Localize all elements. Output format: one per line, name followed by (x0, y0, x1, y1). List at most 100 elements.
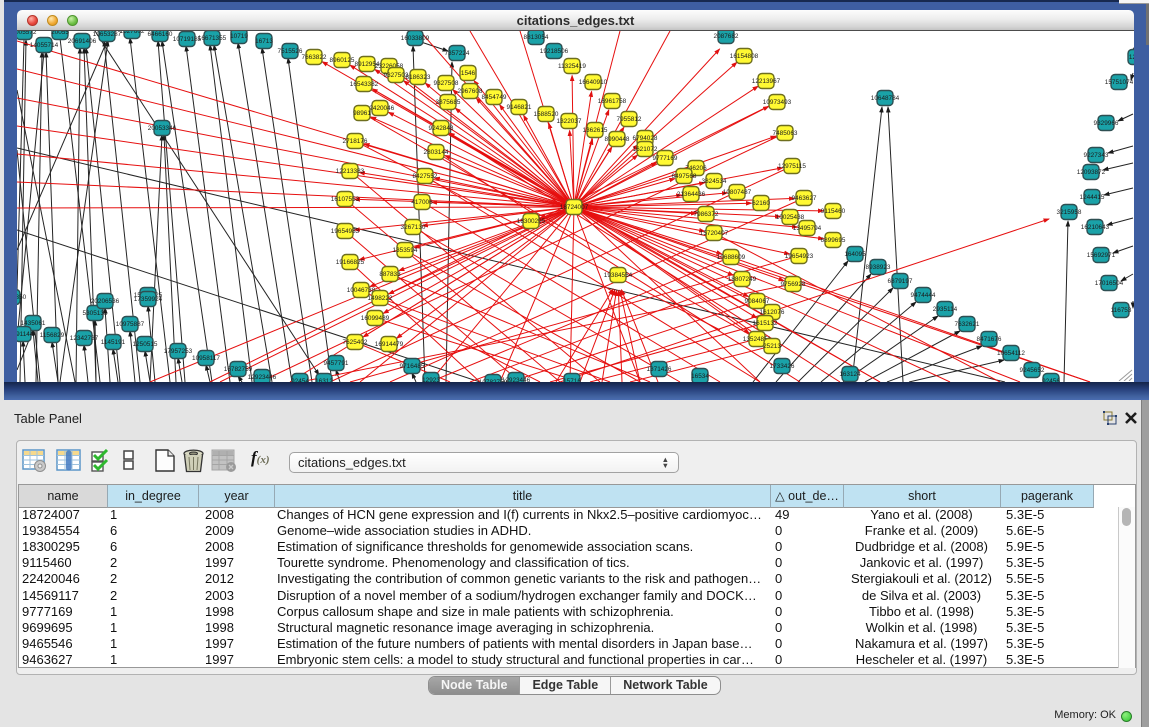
svg-text:8990448: 8990448 (605, 136, 630, 143)
svg-text:16782759: 16782759 (224, 366, 253, 373)
svg-text:16534: 16534 (691, 373, 709, 380)
svg-text:1621072: 1621072 (633, 146, 658, 153)
svg-text:7625402: 7625402 (343, 339, 368, 346)
svg-text:12213383: 12213383 (336, 168, 365, 175)
svg-text:15751074: 15751074 (1105, 79, 1134, 86)
svg-text:25213: 25213 (763, 343, 781, 350)
svg-text:9327508: 9327508 (434, 80, 459, 87)
svg-text:3875685: 3875685 (436, 99, 461, 106)
svg-text:10025438: 10025438 (776, 214, 805, 221)
svg-text:16154808: 16154808 (730, 53, 759, 60)
svg-text:9756928: 9756928 (781, 281, 806, 288)
svg-text:887833: 887833 (379, 271, 401, 278)
svg-text:6497568: 6497568 (672, 173, 697, 180)
svg-text:13495794: 13495794 (793, 225, 822, 232)
svg-text:7515526: 7515526 (278, 48, 303, 55)
svg-text:1212: 1212 (1129, 54, 1134, 61)
svg-text:19654983: 19654983 (331, 228, 360, 235)
svg-text:11325419: 11325419 (558, 63, 586, 70)
svg-text:9227343: 9227343 (1084, 152, 1109, 159)
svg-text:1527602: 1527602 (120, 31, 145, 35)
svg-text:10688609: 10688609 (717, 254, 746, 261)
svg-text:1244415: 1244415 (1080, 194, 1105, 201)
svg-text:7986372: 7986372 (694, 211, 719, 218)
svg-text:10975887: 10975887 (116, 321, 145, 328)
svg-text:98961: 98961 (353, 110, 371, 117)
svg-text:18300295: 18300295 (517, 218, 546, 225)
svg-text:10046738: 10046738 (347, 287, 376, 294)
svg-text:1156829: 1156829 (40, 332, 65, 339)
svg-text:2005572: 2005572 (17, 31, 37, 36)
svg-text:18807249: 18807249 (728, 276, 757, 283)
svg-text:3267130: 3267130 (401, 224, 426, 231)
svg-text:8938923: 8938923 (866, 264, 891, 271)
svg-text:17016504: 17016504 (1095, 280, 1124, 287)
svg-text:1588520: 1588520 (534, 111, 559, 118)
svg-text:9146821: 9146821 (507, 104, 532, 111)
svg-text:9457791: 9457791 (324, 360, 349, 367)
svg-text:9115460: 9115460 (821, 208, 846, 215)
svg-text:19218506: 19218506 (540, 48, 569, 55)
svg-text:14055714: 14055714 (30, 42, 59, 49)
svg-text:7357224: 7357224 (445, 50, 470, 57)
svg-text:12213967: 12213967 (752, 78, 781, 85)
svg-text:12923446: 12923446 (248, 374, 277, 381)
svg-text:20053346: 20053346 (148, 125, 177, 132)
svg-text:12342737: 12342737 (70, 335, 99, 342)
svg-text:7955812: 7955812 (617, 116, 642, 123)
svg-text:16961758: 16961758 (598, 98, 627, 105)
svg-text:19654923: 19654923 (785, 253, 814, 260)
svg-text:16099489: 16099489 (361, 315, 390, 322)
svg-text:1353594: 1353594 (393, 247, 418, 254)
svg-text:10653287: 10653287 (93, 31, 122, 38)
svg-text:5305135: 5305135 (83, 310, 108, 317)
svg-text:9463627: 9463627 (792, 195, 817, 202)
svg-text:8471676: 8471676 (977, 336, 1002, 343)
svg-text:16107553: 16107553 (331, 196, 360, 203)
svg-text:17359924: 17359924 (134, 296, 163, 303)
svg-text:8960125: 8960125 (330, 57, 355, 64)
svg-text:7663822: 7663822 (302, 54, 327, 61)
svg-text:163124: 163124 (839, 371, 861, 378)
svg-text:9716485: 9716485 (400, 363, 425, 370)
svg-text:2967608: 2967608 (458, 88, 483, 95)
svg-text:7632621: 7632621 (955, 321, 980, 328)
svg-text:19166825: 19166825 (336, 259, 365, 266)
svg-text:1145191: 1145191 (101, 339, 126, 346)
svg-text:2803144: 2803144 (424, 149, 449, 156)
svg-text:1250515: 1250515 (133, 341, 158, 348)
svg-text:8186323: 8186323 (406, 74, 431, 81)
svg-text:10958117: 10958117 (192, 355, 220, 362)
svg-text:26260350: 26260350 (17, 294, 27, 301)
svg-text:12093872: 12093872 (1077, 169, 1106, 176)
svg-text:20055: 20055 (51, 31, 69, 36)
svg-text:9245652: 9245652 (1020, 367, 1045, 374)
svg-text:12975115: 12975115 (778, 163, 806, 170)
svg-text:15720407: 15720407 (700, 230, 729, 237)
svg-text:417006: 417006 (411, 199, 433, 206)
svg-text:15692971: 15692971 (1087, 252, 1116, 259)
svg-text:16640910: 16640910 (579, 79, 608, 86)
svg-text:1371426: 1371426 (647, 366, 672, 373)
svg-text:2718176: 2718176 (343, 138, 368, 145)
svg-text:21364436: 21364436 (677, 191, 706, 198)
svg-text:116753: 116753 (1111, 307, 1132, 314)
svg-text:16713: 16713 (255, 38, 273, 45)
svg-text:164095: 164095 (844, 251, 866, 258)
svg-text:2935114: 2935114 (933, 306, 958, 313)
svg-text:8813054: 8813054 (524, 34, 549, 41)
svg-text:8427552: 8427552 (413, 173, 438, 180)
svg-text:10973493: 10973493 (763, 99, 792, 106)
svg-text:17957253: 17957253 (164, 348, 193, 355)
svg-text:18724007: 18724007 (560, 204, 589, 211)
svg-text:10807487: 10807487 (723, 189, 752, 196)
svg-text:9777169: 9777169 (653, 155, 678, 162)
svg-text:1362615: 1362615 (583, 127, 608, 134)
svg-text:1322037: 1322037 (557, 118, 582, 125)
svg-text:9329966: 9329966 (1094, 120, 1119, 127)
svg-text:10719: 10719 (230, 33, 248, 40)
svg-text:391144: 391144 (17, 331, 34, 338)
svg-text:16914479: 16914479 (375, 341, 404, 348)
svg-text:16671355: 16671355 (198, 35, 227, 42)
svg-text:10654112: 10654112 (997, 350, 1025, 357)
